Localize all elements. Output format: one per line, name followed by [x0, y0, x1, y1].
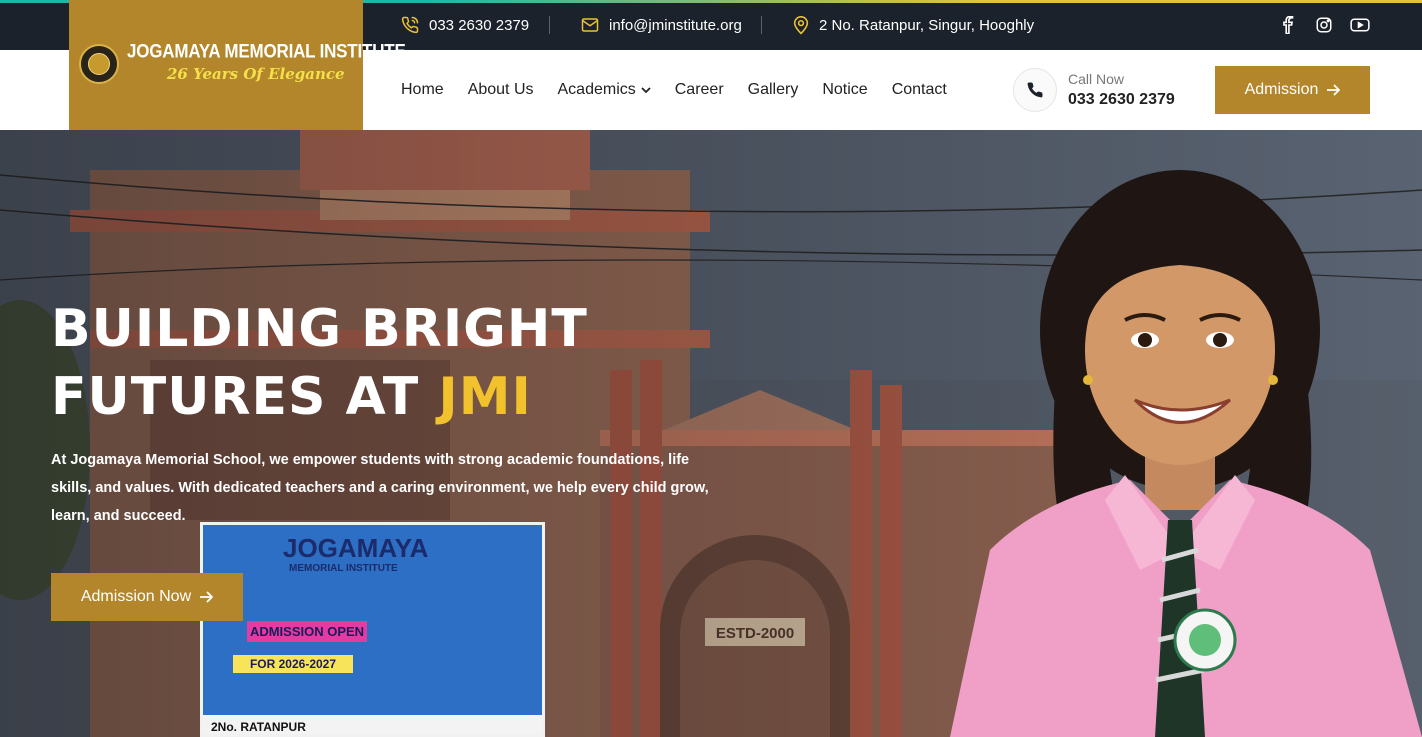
- institute-seal-icon: [79, 44, 119, 84]
- site-logo[interactable]: JOGAMAYA MEMORIAL INSTITUTE 26 Years Of …: [69, 0, 406, 130]
- topbar-phone-text: 033 2630 2379: [429, 16, 530, 34]
- phone-icon: [1027, 82, 1043, 98]
- admission-button[interactable]: Admission: [1215, 66, 1370, 114]
- admission-now-label: Admission Now: [80, 588, 192, 605]
- phone-icon: [401, 16, 419, 34]
- hero-title-highlight: JMI: [438, 367, 532, 427]
- topbar-phone[interactable]: 033 2630 2379: [401, 0, 529, 50]
- nav-academics-label: Academics: [557, 81, 636, 98]
- nav-about-us[interactable]: About Us: [468, 81, 534, 99]
- arrow-right-icon: [200, 591, 214, 603]
- youtube-icon[interactable]: [1350, 15, 1370, 35]
- call-now[interactable]: Call Now 033 2630 2379: [1013, 67, 1175, 113]
- main-nav: Home About Us Academics Career Gallery N…: [401, 50, 971, 130]
- nav-contact[interactable]: Contact: [892, 81, 947, 99]
- call-icon-circle: [1013, 68, 1057, 112]
- chevron-down-icon: [641, 86, 651, 93]
- topbar-address: 2 No. Ratanpur, Singur, Hooghly: [793, 0, 1034, 50]
- banner-location: 2No. RATANPUR: [203, 715, 542, 734]
- nav-academics[interactable]: Academics: [558, 81, 651, 99]
- banner-subtitle: MEMORIAL INSTITUTE: [289, 563, 398, 574]
- admission-now-button[interactable]: Admission Now: [51, 573, 243, 621]
- hero-title-line2: FUTURES AT: [51, 367, 420, 427]
- mail-icon: [581, 18, 599, 32]
- hero-description: At Jogamaya Memorial School, we empower …: [51, 452, 709, 524]
- logo-tagline: 26 Years Of Elegance: [167, 65, 345, 83]
- topbar-email-text: info@jminstitute.org: [609, 16, 742, 34]
- instagram-icon[interactable]: [1314, 15, 1334, 35]
- nav-home[interactable]: Home: [401, 81, 444, 99]
- logo-name: JOGAMAYA MEMORIAL INSTITUTE: [127, 40, 406, 62]
- arrow-right-icon: [1327, 84, 1341, 96]
- admission-button-label: Admission: [1244, 81, 1319, 98]
- topbar-email[interactable]: info@jminstitute.org: [581, 0, 742, 50]
- student-image: [950, 170, 1422, 737]
- admission-banner-image: JOGAMAYA MEMORIAL INSTITUTE ADMISSION OP…: [200, 522, 545, 737]
- banner-title: JOGAMAYA: [283, 533, 429, 563]
- call-now-number: 033 2630 2379: [1068, 91, 1175, 108]
- hero-title-line1: BUILDING BRIGHT: [51, 299, 588, 359]
- topbar-divider: [549, 16, 550, 34]
- banner-admission: ADMISSION OPEN: [247, 621, 367, 642]
- call-now-label: Call Now: [1068, 71, 1125, 87]
- social-links: [1278, 0, 1370, 50]
- hero-section: ESTD-2000 JOGAMAYA MEMORIAL INSTITUTE AD…: [0, 130, 1422, 737]
- facebook-icon[interactable]: [1278, 15, 1298, 35]
- topbar-address-text: 2 No. Ratanpur, Singur, Hooghly: [819, 16, 1035, 34]
- location-pin-icon: [793, 15, 809, 35]
- nav-career[interactable]: Career: [675, 81, 724, 99]
- nav-notice[interactable]: Notice: [822, 81, 867, 99]
- hero-title: BUILDING BRIGHT FUTURES AT JMI: [51, 295, 588, 431]
- nav-gallery[interactable]: Gallery: [748, 81, 799, 99]
- topbar-divider: [761, 16, 762, 34]
- banner-year: FOR 2026-2027: [233, 655, 353, 673]
